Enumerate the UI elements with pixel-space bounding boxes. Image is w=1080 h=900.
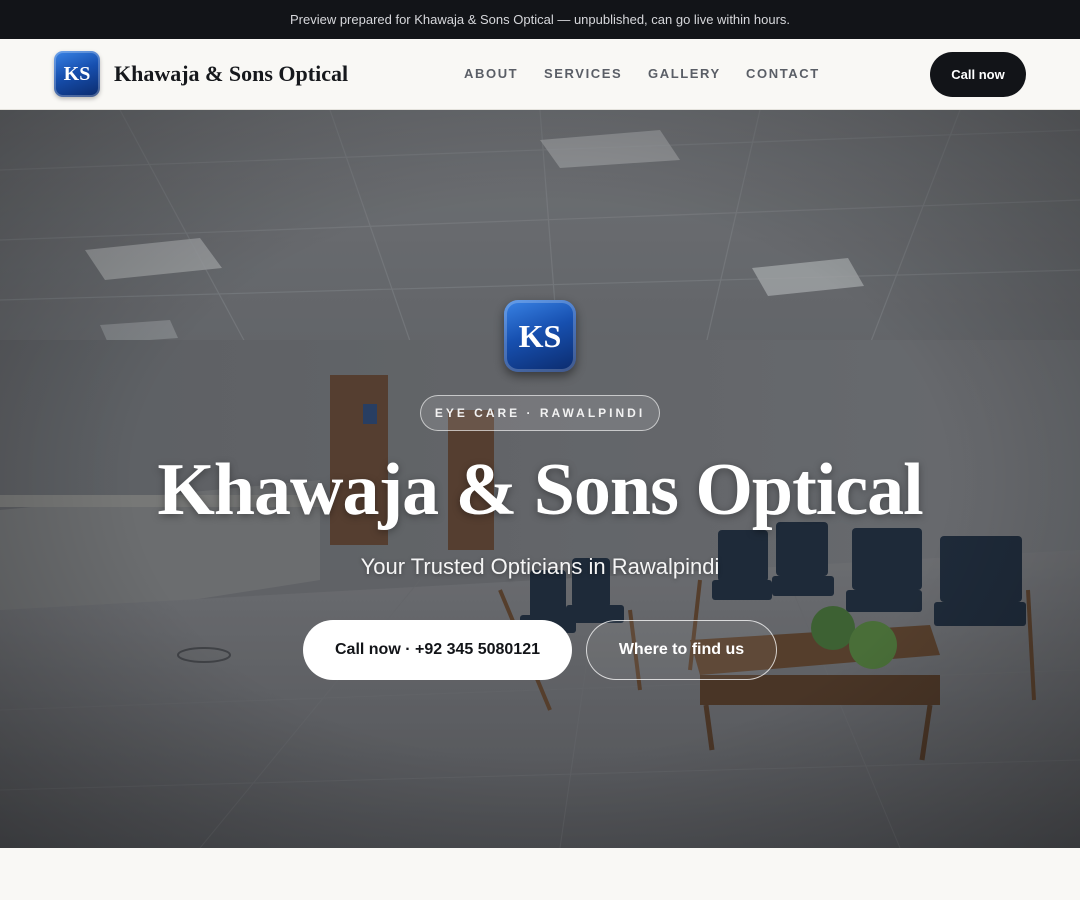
nav-contact-link[interactable]: CONTACT	[746, 66, 820, 81]
nav-gallery-link[interactable]: GALLERY	[648, 66, 721, 81]
site-header: KS Khawaja & Sons Optical ABOUT SERVICES…	[0, 39, 1080, 110]
main-nav: ABOUT SERVICES GALLERY CONTACT	[0, 66, 1080, 84]
preview-banner: Preview prepared for Khawaja & Sons Opti…	[0, 0, 1080, 39]
header-call-button[interactable]: Call now	[930, 52, 1026, 97]
find-us-button[interactable]: Where to find us	[586, 620, 777, 680]
hero-section: KS EYE CARE · RAWALPINDI Khawaja & Sons …	[0, 110, 1080, 848]
hero-logo: KS	[504, 300, 576, 372]
location-tag: EYE CARE · RAWALPINDI	[420, 395, 660, 431]
hero-logo-text: KS	[518, 317, 562, 354]
hero-call-button[interactable]: Call now · +92 345 5080121	[303, 620, 572, 680]
next-section	[0, 848, 1080, 900]
hero-title: Khawaja & Sons Optical	[157, 449, 923, 531]
preview-banner-text: Preview prepared for Khawaja & Sons Opti…	[289, 12, 791, 27]
nav-about-link[interactable]: ABOUT	[464, 66, 518, 81]
hero-subtitle: Your Trusted Opticians in Rawalpindi	[360, 554, 720, 579]
nav-services-link[interactable]: SERVICES	[544, 66, 622, 81]
